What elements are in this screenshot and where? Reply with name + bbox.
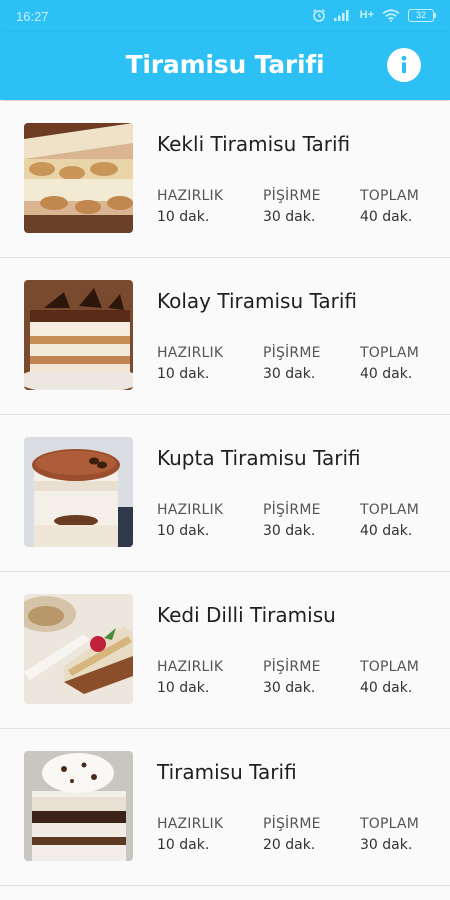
cook-value: 30 dak. bbox=[263, 680, 316, 696]
recipe-card[interactable]: Tiramisu Tarifi HAZIRLIK 10 dak. PİŞİRME… bbox=[0, 729, 450, 886]
cook-time: PİŞİRME 30 dak. bbox=[263, 657, 321, 699]
prep-label: HAZIRLIK bbox=[157, 502, 224, 518]
prep-label: HAZIRLIK bbox=[157, 659, 224, 675]
prep-value: 10 dak. bbox=[157, 523, 210, 539]
total-time: TOPLAM 40 dak. bbox=[360, 657, 419, 699]
total-label: TOPLAM bbox=[360, 816, 419, 832]
total-value: 40 dak. bbox=[360, 523, 413, 539]
prep-value: 10 dak. bbox=[157, 366, 210, 382]
signal-icon bbox=[333, 10, 349, 21]
cook-time: PİŞİRME 30 dak. bbox=[263, 500, 321, 542]
recipe-image bbox=[24, 123, 133, 233]
prep-value: 10 dak. bbox=[157, 837, 210, 853]
prep-value: 10 dak. bbox=[157, 209, 210, 225]
recipe-card[interactable]: Kekli Tiramisu Tarifi HAZIRLIK 10 dak. P… bbox=[0, 101, 450, 258]
battery-icon: 32 bbox=[408, 8, 436, 22]
info-button[interactable] bbox=[387, 48, 421, 82]
info-icon bbox=[401, 55, 407, 74]
recipe-title: Tiramisu Tarifi bbox=[157, 760, 297, 784]
total-time: TOPLAM 40 dak. bbox=[360, 343, 419, 385]
cook-time: PİŞİRME 30 dak. bbox=[263, 343, 321, 385]
total-value: 40 dak. bbox=[360, 209, 413, 225]
app-bar: Tiramisu Tarifi bbox=[0, 32, 450, 100]
recipe-image bbox=[24, 437, 133, 547]
recipe-card[interactable]: Kolay Tiramisu Tarifi HAZIRLIK 10 dak. P… bbox=[0, 258, 450, 415]
recipe-title: Kedi Dilli Tiramisu bbox=[157, 603, 336, 627]
cook-value: 20 dak. bbox=[263, 837, 316, 853]
recipe-card[interactable]: Kupta Tiramisu Tarifi HAZIRLIK 10 dak. P… bbox=[0, 415, 450, 572]
total-value: 40 dak. bbox=[360, 680, 413, 696]
total-label: TOPLAM bbox=[360, 345, 419, 361]
status-bar: 16:27 H+ 32 bbox=[0, 0, 450, 32]
cook-label: PİŞİRME bbox=[263, 345, 321, 361]
recipe-image bbox=[24, 280, 133, 390]
cook-value: 30 dak. bbox=[263, 523, 316, 539]
recipe-image bbox=[24, 751, 133, 861]
cook-time: PİŞİRME 30 dak. bbox=[263, 186, 321, 228]
cook-label: PİŞİRME bbox=[263, 659, 321, 675]
total-time: TOPLAM 40 dak. bbox=[360, 500, 419, 542]
prep-label: HAZIRLIK bbox=[157, 345, 224, 361]
prep-label: HAZIRLIK bbox=[157, 188, 224, 204]
prep-label: HAZIRLIK bbox=[157, 816, 224, 832]
cook-label: PİŞİRME bbox=[263, 502, 321, 518]
cook-label: PİŞİRME bbox=[263, 188, 321, 204]
battery-level: 32 bbox=[415, 9, 426, 20]
cook-time: PİŞİRME 20 dak. bbox=[263, 814, 321, 856]
prep-time: HAZIRLIK 10 dak. bbox=[157, 657, 223, 699]
total-label: TOPLAM bbox=[360, 502, 419, 518]
prep-time: HAZIRLIK 10 dak. bbox=[157, 343, 223, 385]
cook-value: 30 dak. bbox=[263, 366, 316, 382]
wifi-icon bbox=[382, 8, 400, 22]
cook-label: PİŞİRME bbox=[263, 816, 321, 832]
recipe-card[interactable]: Kedi Dilli Tiramisu HAZIRLIK 10 dak. PİŞ… bbox=[0, 572, 450, 729]
network-type: H+ bbox=[359, 9, 374, 21]
status-icons: H+ 32 bbox=[312, 8, 436, 22]
recipe-title: Kolay Tiramisu Tarifi bbox=[157, 289, 358, 313]
total-value: 40 dak. bbox=[360, 366, 413, 382]
prep-time: HAZIRLIK 10 dak. bbox=[157, 500, 223, 542]
recipe-title: Kekli Tiramisu Tarifi bbox=[157, 132, 351, 156]
cook-value: 30 dak. bbox=[263, 209, 316, 225]
recipe-list: Kekli Tiramisu Tarifi HAZIRLIK 10 dak. P… bbox=[0, 101, 450, 886]
page-title: Tiramisu Tarifi bbox=[125, 50, 325, 79]
recipe-image bbox=[24, 594, 133, 704]
prep-value: 10 dak. bbox=[157, 680, 210, 696]
total-time: TOPLAM 40 dak. bbox=[360, 186, 419, 228]
total-value: 30 dak. bbox=[360, 837, 413, 853]
prep-time: HAZIRLIK 10 dak. bbox=[157, 186, 223, 228]
total-label: TOPLAM bbox=[360, 659, 419, 675]
total-label: TOPLAM bbox=[360, 188, 419, 204]
prep-time: HAZIRLIK 10 dak. bbox=[157, 814, 223, 856]
status-time: 16:27 bbox=[16, 9, 49, 24]
recipe-title: Kupta Tiramisu Tarifi bbox=[157, 446, 361, 470]
total-time: TOPLAM 30 dak. bbox=[360, 814, 419, 856]
alarm-icon bbox=[312, 9, 325, 22]
